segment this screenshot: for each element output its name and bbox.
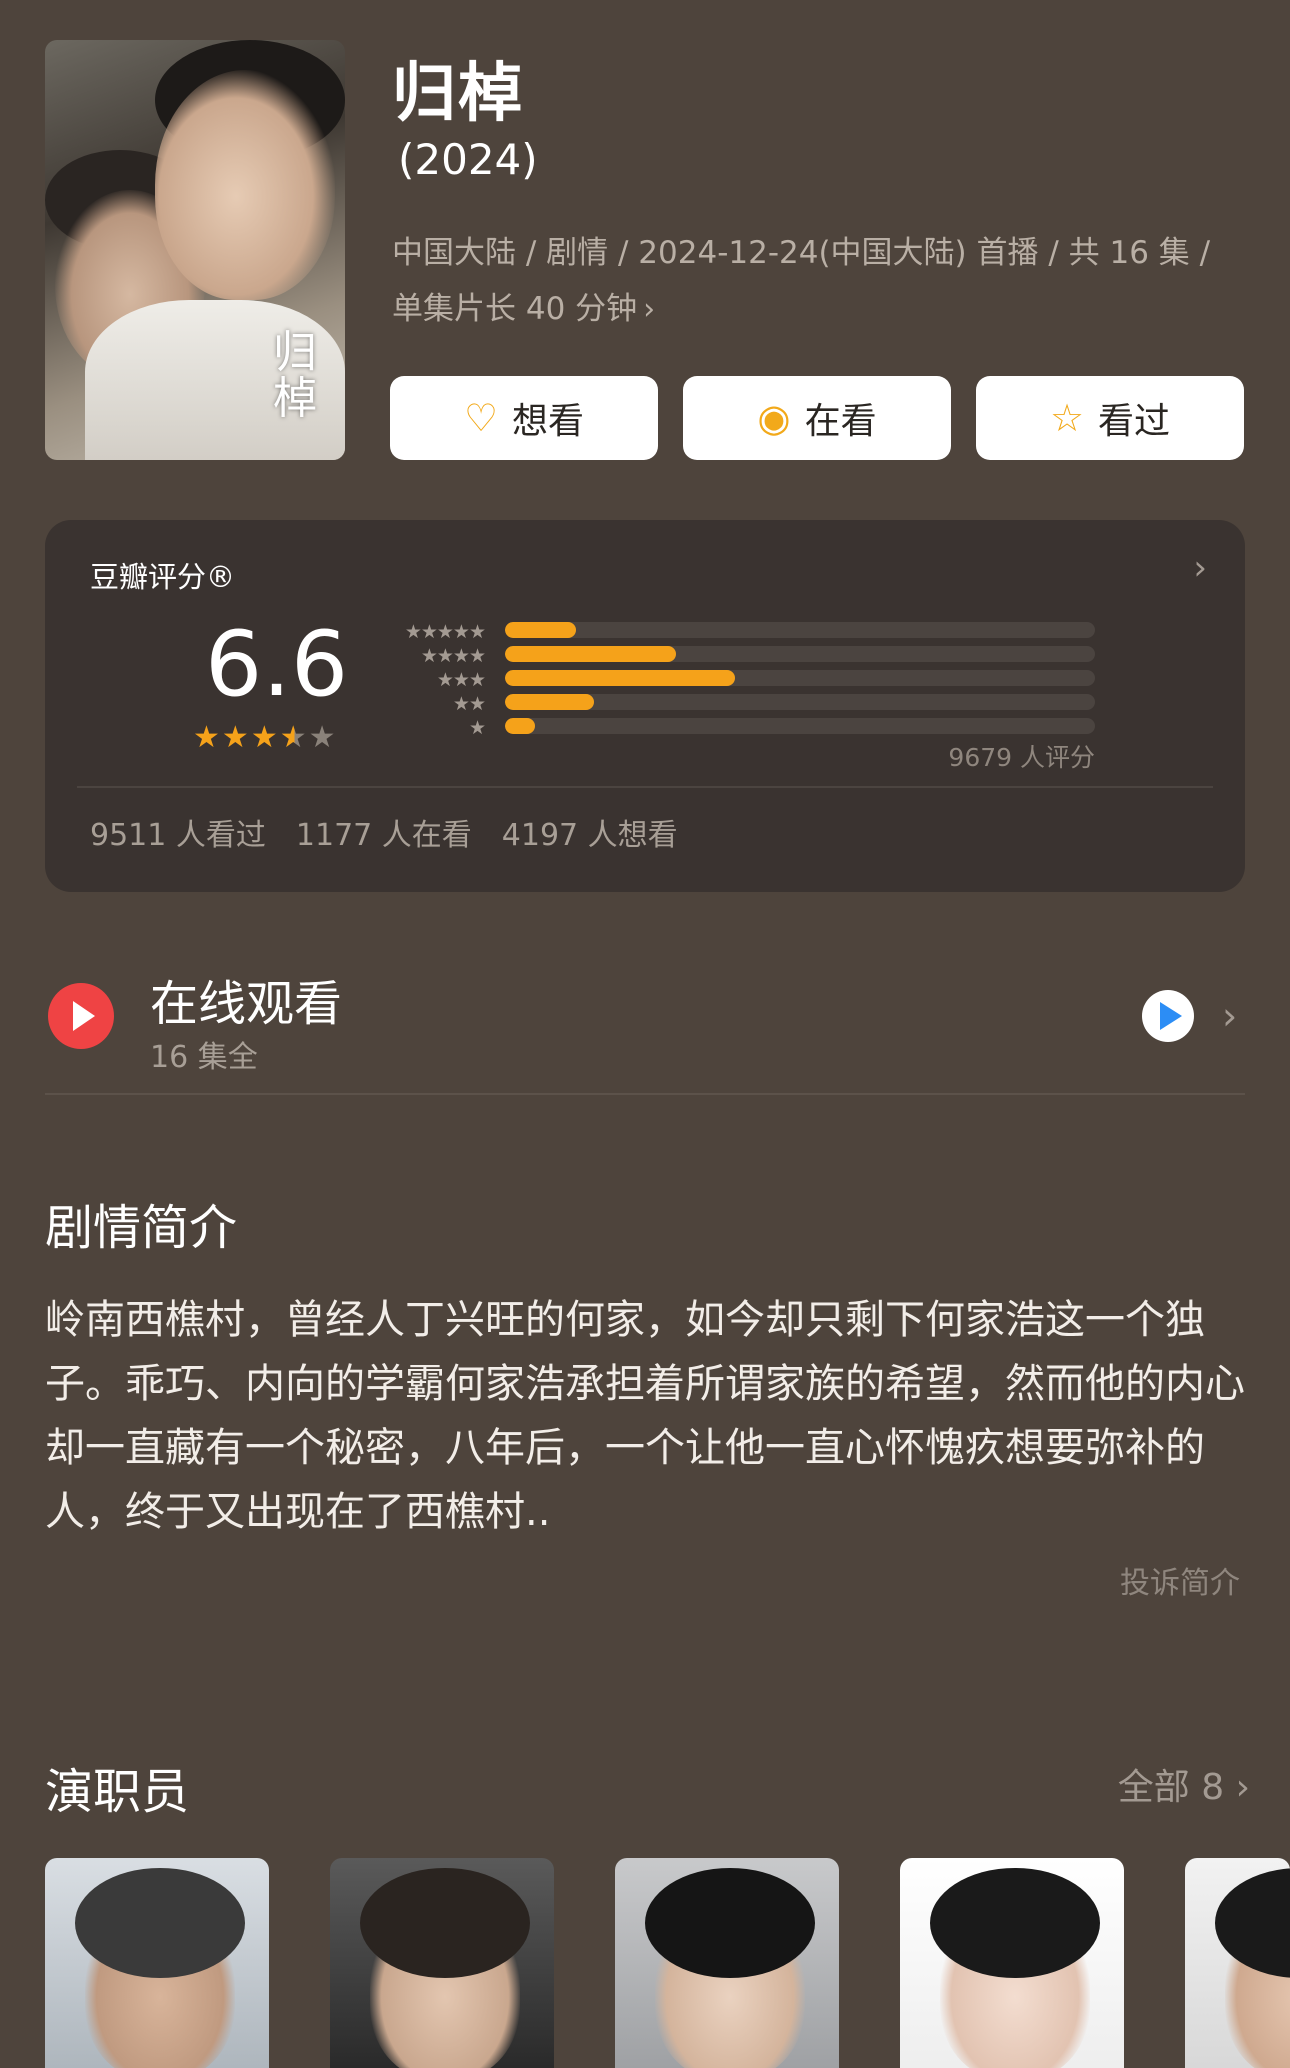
cast-photo[interactable] (1185, 1858, 1290, 2068)
cast-title: 演职员 (45, 1764, 190, 1820)
cast-photo[interactable] (615, 1858, 839, 2068)
distribution-star-labels: ★★★★★ ★★★★ ★★★ ★★ ★ (345, 620, 486, 740)
five-star-label-icon: ★★★★★ (404, 621, 486, 643)
star-outline-icon: ☆ (1049, 396, 1085, 440)
cast-hair (930, 1868, 1100, 1978)
rating-bar-2 (505, 694, 1095, 710)
watching-button[interactable]: ◉ 在看 (683, 376, 951, 460)
play-icon[interactable] (48, 983, 114, 1049)
watched-button-label: 看过 (1098, 401, 1171, 442)
rating-bar-fill (505, 622, 576, 638)
one-star-label-icon: ★ (468, 717, 486, 739)
star-filled-icon: ★ (250, 720, 280, 755)
rating-bar-fill (505, 694, 594, 710)
rating-label: 豆瓣评分® (90, 560, 236, 594)
watch-online-title[interactable]: 在线观看 (150, 964, 342, 1034)
chevron-right-icon[interactable]: › (1193, 548, 1207, 588)
report-synopsis-link[interactable]: 投诉简介 (1120, 1558, 1240, 1602)
star-empty-icon: ★ (308, 720, 338, 755)
cast-all-label: 全部 8 (1117, 1767, 1225, 1808)
watched-button[interactable]: ☆ 看过 (976, 376, 1244, 460)
wish-button-label: 想看 (512, 401, 585, 442)
chevron-right-icon: › (643, 292, 656, 327)
rating-score: 6.6 (205, 612, 349, 717)
poster-image[interactable]: 归棹 (45, 40, 345, 460)
watch-online-subtitle: 16 集全 (150, 1040, 258, 1075)
rating-bar-4 (505, 646, 1095, 662)
four-star-label-icon: ★★★★ (420, 645, 486, 667)
rating-bar-fill (505, 646, 677, 662)
star-half-icon: ★ (279, 720, 309, 755)
synopsis-title: 剧情简介 (45, 1200, 238, 1256)
divider (45, 1093, 1245, 1095)
rating-bar-3 (505, 670, 1095, 686)
star-filled-icon: ★ (221, 720, 251, 755)
cast-all-link[interactable]: 全部 8 › (1118, 1758, 1250, 1810)
meta-line-2: 单集片长 40 分钟 (392, 291, 638, 327)
rating-distribution (505, 622, 1095, 742)
cast-hair (645, 1868, 815, 1978)
rating-stats: 9511 人看过 1177 人在看 4197 人想看 (90, 810, 678, 854)
chevron-right-icon: › (1235, 1767, 1250, 1808)
video-provider-icon[interactable] (1142, 990, 1194, 1042)
movie-title: 归棹 (392, 57, 524, 131)
rating-bar-1 (505, 718, 1095, 734)
rating-card[interactable]: 豆瓣评分® › 6.6 ★★★★★ ★★★★★ ★★★★ ★★★ ★★ ★ 96… (45, 520, 1245, 892)
watching-button-label: 在看 (804, 401, 877, 442)
cast-hair (75, 1868, 245, 1978)
watched-count: 9511 人看过 (90, 818, 266, 853)
chevron-right-icon[interactable]: › (1222, 994, 1237, 1038)
synopsis-text[interactable]: 岭南西樵村，曾经人丁兴旺的何家，如今却只剩下何家浩这一个独子。乖巧、内向的学霸何… (45, 1288, 1245, 1544)
movie-meta[interactable]: 中国大陆 / 剧情 / 2024-12-24(中国大陆) 首播 / 共 16 集… (392, 225, 1252, 338)
rating-bar-fill (505, 670, 736, 686)
meta-line-1: 中国大陆 / 剧情 / 2024-12-24(中国大陆) 首播 / 共 16 集… (392, 235, 1211, 271)
rating-bar-5 (505, 622, 1095, 638)
divider (77, 786, 1213, 788)
cast-photo[interactable] (45, 1858, 269, 2068)
cast-photo[interactable] (900, 1858, 1124, 2068)
cast-hair (1215, 1868, 1290, 1978)
rating-bar-fill (505, 718, 535, 734)
wish-count: 4197 人想看 (501, 818, 678, 853)
heart-plus-icon: ♡ (463, 396, 499, 440)
cast-photo[interactable] (330, 1858, 554, 2068)
rating-stars: ★★★★★ (193, 720, 338, 755)
target-icon: ◉ (757, 396, 791, 440)
poster-figure-face (155, 70, 335, 300)
star-filled-icon: ★ (193, 720, 222, 755)
watching-count: 1177 人在看 (295, 818, 472, 853)
two-star-label-icon: ★★ (452, 693, 486, 715)
poster-title-calligraphy: 归棹 (273, 327, 317, 424)
wish-button[interactable]: ♡ 想看 (390, 376, 658, 460)
movie-year: (2024) (398, 135, 538, 184)
three-star-label-icon: ★★★ (436, 669, 486, 691)
cast-hair (360, 1868, 530, 1978)
voters-count: 9679 人评分 (948, 743, 1095, 772)
